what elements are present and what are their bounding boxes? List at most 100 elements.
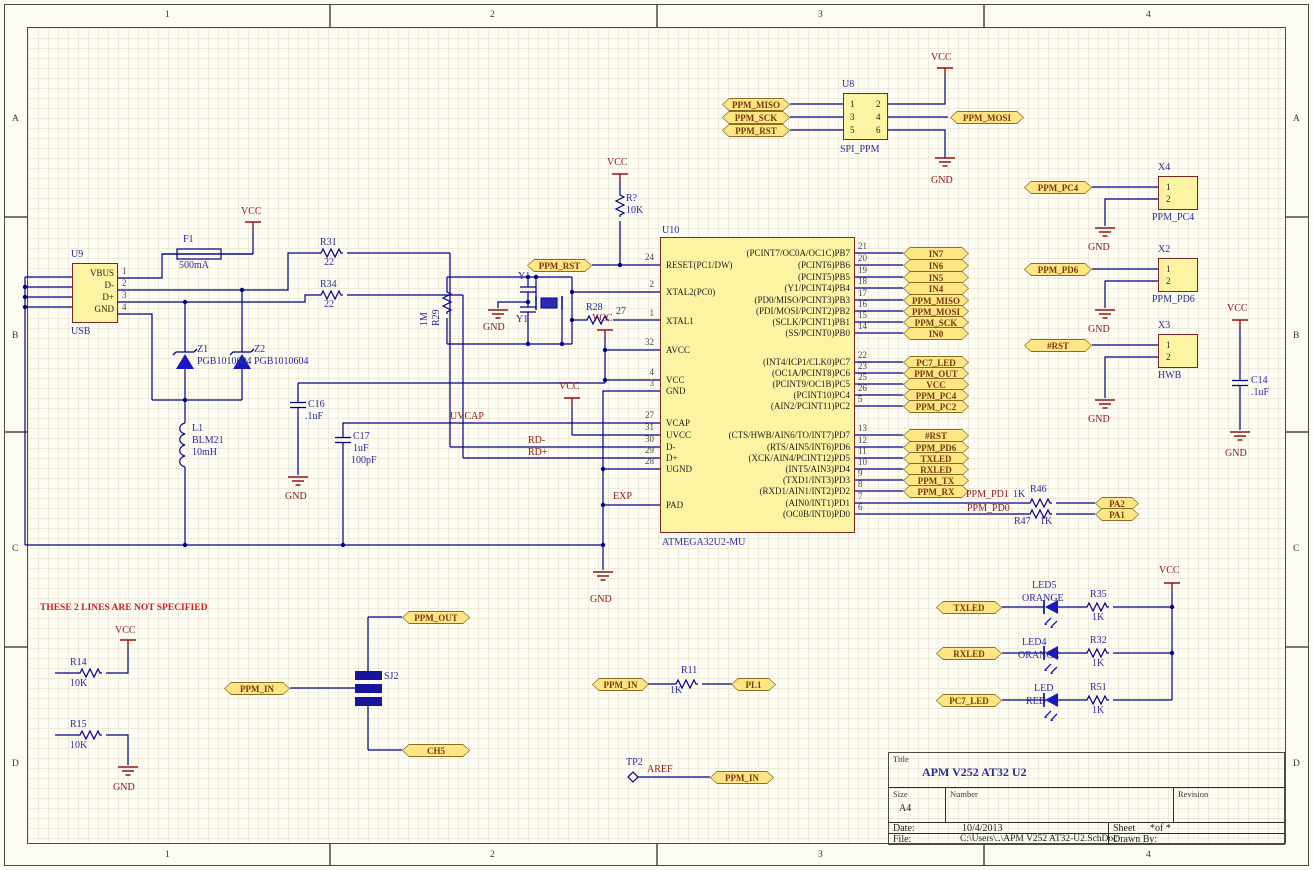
u10-pin-pc2: (AIN2/PCINT11)PC2 — [660, 402, 850, 411]
port-ppm-rst-u8[interactable]: PPM_RST — [722, 124, 790, 137]
u10-pin-num-18: 18 — [858, 277, 867, 286]
l1-value: BLM21 — [192, 436, 224, 446]
port-ppm-miso[interactable]: PPM_MISO — [722, 98, 790, 111]
port-ppm-pc4-x4[interactable]: PPM_PC4 — [1024, 181, 1092, 194]
port-ppm-rx[interactable]: PPM_RX — [903, 485, 969, 498]
x3-gnd-label: GND — [1088, 415, 1110, 425]
r32-ref: R32 — [1090, 636, 1107, 646]
u10-pin-num-14: 14 — [858, 322, 867, 331]
u10-pin-num-29: 29 — [638, 446, 654, 455]
u10-pin-num-20: 20 — [858, 254, 867, 263]
rq-vcc-label: VCC — [607, 158, 628, 168]
c16-ref: C16 — [308, 400, 325, 410]
y1-ref-top: Y1 — [518, 272, 530, 282]
component-x3[interactable] — [1158, 334, 1198, 368]
z1-ref: Z1 — [197, 345, 208, 355]
u10-pin-num-8: 8 — [858, 480, 863, 489]
tp2-ref: TP2 — [626, 758, 643, 768]
r46-ref: R46 — [1030, 485, 1047, 495]
port-pl1[interactable]: PL1 — [731, 678, 776, 691]
u10-pin-pd0: (OC0B/INT0)PD0 — [660, 510, 850, 519]
net-ppm-pd0: PPM_PD0 — [967, 504, 1010, 514]
u10-pin-num-26: 26 — [858, 384, 867, 393]
c14-vcc-label: VCC — [1227, 304, 1248, 314]
f1-vcc-label: VCC — [241, 207, 262, 217]
net-exp: EXP — [613, 492, 632, 502]
port-rst-mcu[interactable]: #RST — [903, 429, 969, 442]
u10-pin-num-25: 25 — [858, 373, 867, 382]
r15-value: 10K — [70, 741, 87, 751]
led4-color: ORANGE — [1018, 651, 1060, 661]
led5-color: ORANGE — [1022, 594, 1064, 604]
port-txled[interactable]: TXLED — [936, 601, 1002, 614]
zener-diode-z1[interactable] — [173, 349, 197, 369]
u9-pin-vbus: VBUS — [76, 269, 114, 278]
port-ppm-in-r11[interactable]: PPM_IN — [592, 678, 649, 691]
avcc-vcc-label: VCC — [592, 314, 613, 324]
x2-ref: X2 — [1158, 245, 1170, 255]
r28-value: 27 — [616, 307, 626, 317]
u8-vcc-label: VCC — [931, 53, 952, 63]
port-in7[interactable]: IN7 — [903, 247, 969, 260]
fuse-symbol[interactable] — [162, 249, 253, 259]
u10-ref: U10 — [662, 226, 679, 236]
port-ppm-mosi[interactable]: PPM_MOSI — [950, 111, 1024, 124]
u10-pin-pb1: (SCLK/PCINT1)PB1 — [660, 318, 850, 327]
net-rd-plus: RD+ — [528, 448, 548, 458]
port-pc7-led[interactable]: PC7_LED — [936, 694, 1002, 707]
l1-value2: 10mH — [192, 448, 217, 458]
date-label: Date: — [893, 824, 915, 834]
u10-pin-pb7: (PCINT7/OC0A/OC1C)PB7 — [660, 249, 850, 258]
x4-label: PPM_PC4 — [1152, 213, 1194, 223]
x2-pin-2: 2 — [1166, 277, 1171, 286]
u10-pin-pc4: (PCINT10)PC4 — [660, 391, 850, 400]
u10-pin-pd6: (RTS/AIN5/INT6)PD6 — [660, 443, 850, 452]
inductor-symbol[interactable] — [180, 423, 185, 467]
l1-ref: L1 — [192, 424, 203, 434]
port-ppm-pc2-mcu[interactable]: PPM_PC2 — [903, 400, 969, 413]
u10-pin-num-24: 24 — [638, 253, 654, 262]
solder-jumper-sj2[interactable] — [355, 671, 382, 706]
crystal-symbol[interactable] — [536, 296, 562, 310]
port-ppm-out[interactable]: PPM_OUT — [402, 611, 470, 624]
port-rst-x3[interactable]: #RST — [1024, 339, 1092, 352]
u10-pin-pc7: (INT4/ICP1/CLK0)PC7 — [660, 358, 850, 367]
port-in6[interactable]: IN6 — [903, 259, 969, 272]
rq-value: 10K — [626, 206, 643, 216]
component-x4[interactable] — [1158, 176, 1198, 210]
u8-gnd-label: GND — [931, 176, 953, 186]
port-ppm-in-tp2[interactable]: PPM_IN — [710, 771, 774, 784]
u10-pin-num-2: 2 — [638, 280, 654, 289]
x2-label: PPM_PD6 — [1152, 295, 1195, 305]
port-in0[interactable]: IN0 — [903, 327, 969, 340]
r32-value: 1K — [1092, 659, 1104, 669]
u9-pin-num-3: 3 — [122, 291, 127, 300]
r31-value: 22 — [324, 258, 334, 268]
u10-pin-num-12: 12 — [858, 436, 867, 445]
port-ppm-in-sj2[interactable]: PPM_IN — [224, 682, 290, 695]
r46-value: 1K — [1013, 490, 1025, 500]
u9-label: USB — [71, 327, 90, 337]
u9-pin-num-4: 4 — [122, 303, 127, 312]
led-vcc-label: VCC — [1159, 566, 1180, 576]
c14-value: .1uF — [1251, 388, 1269, 398]
port-ppm-pd6-x2[interactable]: PPM_PD6 — [1024, 263, 1092, 276]
r31-ref: R31 — [320, 238, 337, 248]
z2-value: PGB1010604 — [254, 357, 308, 367]
u10-gnd-label: GND — [590, 595, 612, 605]
r15-ref: R15 — [70, 720, 87, 730]
testpoint-symbol[interactable] — [628, 772, 638, 782]
u10-pin-num-10: 10 — [858, 458, 867, 467]
u10-pin-num-13: 13 — [858, 424, 867, 433]
port-pa1[interactable]: PA1 — [1095, 508, 1139, 521]
u8-pin-1: 1 — [850, 100, 855, 109]
port-rxled[interactable]: RXLED — [936, 647, 1002, 660]
u10-pin-num-31: 31 — [638, 423, 654, 432]
port-ppm-sck[interactable]: PPM_SCK — [722, 111, 790, 124]
port-ch5[interactable]: CH5 — [402, 744, 470, 757]
r34-ref: R34 — [320, 280, 337, 290]
port-in4[interactable]: IN4 — [903, 282, 969, 295]
component-x2[interactable] — [1158, 258, 1198, 292]
port-ppm-rst[interactable]: PPM_RST — [527, 259, 592, 272]
u10-pin-pb4: (Y1/PCINT4)PB4 — [660, 284, 850, 293]
